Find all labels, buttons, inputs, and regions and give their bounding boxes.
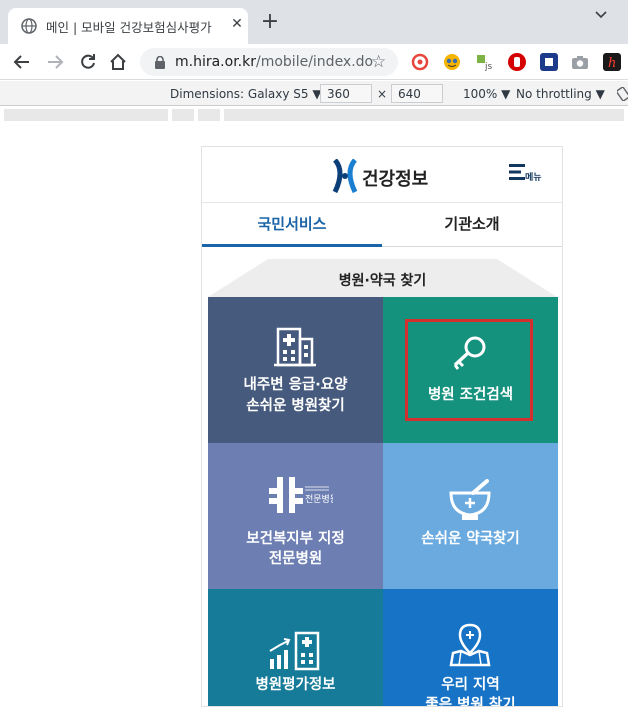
back-arrow-icon[interactable] xyxy=(12,52,32,72)
url-host: m.hira.or.kr xyxy=(175,54,256,70)
tile-local-good-hospital[interactable]: 우리 지역 좋은 병원 찾기 xyxy=(383,589,558,707)
extension-h-icon[interactable]: h xyxy=(603,53,621,71)
address-bar[interactable]: m.hira.or.kr/mobile/index.do ☆ xyxy=(140,48,398,76)
tile-hospital-condition-search[interactable]: 병원 조건검색 xyxy=(383,297,558,443)
browser-toolbar: m.hira.or.kr/mobile/index.do ☆ js h xyxy=(0,44,628,80)
tile-label-line1: 내주변 응급·요양 xyxy=(243,377,348,393)
evaluation-chart-icon xyxy=(269,631,320,671)
device-width-input[interactable]: 360 xyxy=(320,84,372,103)
extension-record-icon[interactable] xyxy=(411,53,429,71)
chevron-down-icon[interactable] xyxy=(594,8,608,22)
tile-label-line1: 손쉬운 약국찾기 xyxy=(421,531,520,547)
reload-icon[interactable] xyxy=(78,52,98,72)
site-header: 건강정보 메뉴 xyxy=(202,147,562,203)
specialty-hospital-icon: 전문병원 xyxy=(269,477,333,513)
url-path: /mobile/index.do xyxy=(256,54,374,70)
hamburger-icon xyxy=(509,164,525,180)
home-icon[interactable] xyxy=(108,52,128,72)
ruler-segment xyxy=(172,109,194,121)
ruler-segment xyxy=(224,109,624,121)
tile-pharmacy-finder[interactable]: 손쉬운 약국찾기 xyxy=(383,443,558,589)
extension-face-icon[interactable] xyxy=(443,53,461,71)
rotate-icon[interactable] xyxy=(617,87,628,101)
map-pin-icon xyxy=(449,623,491,667)
section-title: 병원·약국 찾기 xyxy=(338,273,427,289)
new-tab-button[interactable]: + xyxy=(260,11,280,33)
mortar-pestle-icon xyxy=(449,479,491,520)
close-tab-icon[interactable]: ✕ xyxy=(230,17,244,31)
media-query-ruler xyxy=(0,107,628,123)
main-tabs: 국민서비스 기관소개 xyxy=(202,203,562,247)
device-height-input[interactable]: 640 xyxy=(391,84,443,103)
tile-label-line2: 전문병원 xyxy=(268,551,323,567)
menu-label: 메뉴 xyxy=(525,173,542,183)
throttle-select[interactable]: No throttling ▼ xyxy=(516,87,605,101)
hospital-pharmacy-finder: 병원·약국 찾기 내주변 응급·요양 손쉬운 병원찾기 병원 조건검색 전문병 … xyxy=(208,259,558,707)
svg-text:js: js xyxy=(484,62,493,71)
tile-hospital-evaluation[interactable]: 병원평가정보 xyxy=(208,589,383,706)
hospital-building-icon xyxy=(274,327,316,367)
mobile-page: 건강정보 메뉴 국민서비스 기관소개 병원·약국 찾기 내주변 응급·요양 손쉬… xyxy=(201,146,563,707)
dimension-times: × xyxy=(377,87,388,101)
extension-stop-icon[interactable] xyxy=(508,53,526,71)
tab-title: 메인 | 모바일 건강보험심사평가 xyxy=(46,20,212,35)
tab-citizen-services[interactable]: 국민서비스 xyxy=(202,203,382,247)
forward-arrow-icon[interactable] xyxy=(45,52,65,72)
logo-text: 건강정보 xyxy=(362,169,429,190)
extension-js-icon[interactable]: js xyxy=(476,53,494,72)
bookmark-star-icon[interactable]: ☆ xyxy=(371,53,386,71)
globe-icon xyxy=(21,18,37,34)
ruler-segment xyxy=(198,109,220,121)
browser-tab[interactable]: 메인 | 모바일 건강보험심사평가 ✕ xyxy=(8,8,248,44)
section-header: 병원·약국 찾기 xyxy=(208,259,557,299)
tile-specialty-hospital[interactable]: 전문병원 보건복지부 지정 전문병원 xyxy=(208,443,383,589)
extension-camera-icon[interactable] xyxy=(571,53,589,71)
url-text: m.hira.or.kr/mobile/index.do xyxy=(175,54,373,70)
devtools-device-toolbar: Dimensions: Galaxy S5 ▼ 360 × 640 100% ▼… xyxy=(0,81,628,106)
hira-logo-icon xyxy=(332,159,358,193)
device-dimensions-select[interactable]: Dimensions: Galaxy S5 ▼ xyxy=(170,87,322,101)
zoom-select[interactable]: 100% ▼ xyxy=(463,87,510,101)
tile-label-line1: 병원평가정보 xyxy=(255,677,336,693)
svg-text:h: h xyxy=(608,56,616,71)
specialty-badge-text: 전문병원 xyxy=(305,494,333,505)
browser-tabbar: 메인 | 모바일 건강보험심사평가 ✕ + xyxy=(0,0,628,44)
extension-puzzle-icon[interactable] xyxy=(540,53,558,71)
lock-icon[interactable] xyxy=(154,56,166,69)
tile-nearby-emergency[interactable]: 내주변 응급·요양 손쉬운 병원찾기 xyxy=(208,297,383,443)
tile-label-line1: 우리 지역 xyxy=(441,677,500,693)
ruler-segment xyxy=(4,109,168,121)
tile-label-line2: 좋은 병원 찾기 xyxy=(425,697,516,707)
menu-button[interactable]: 메뉴 xyxy=(509,161,549,187)
tile-label-line1: 보건복지부 지정 xyxy=(246,531,345,547)
tab-about-agency[interactable]: 기관소개 xyxy=(382,203,562,247)
tile-label-line2: 손쉬운 병원찾기 xyxy=(246,398,345,414)
site-logo[interactable]: 건강정보 xyxy=(332,155,432,195)
highlight-box xyxy=(405,319,533,421)
